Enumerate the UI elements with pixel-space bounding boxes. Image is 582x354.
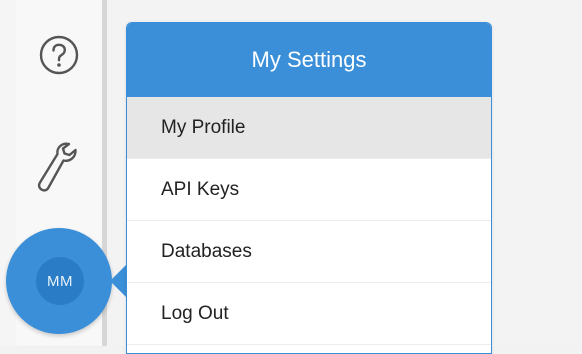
avatar-initials: MM	[47, 272, 73, 290]
wrench-icon	[37, 142, 77, 192]
menu-item-label: Databases	[161, 240, 252, 262]
help-button[interactable]	[38, 34, 80, 76]
menu-item-label: My Profile	[161, 116, 246, 138]
settings-menu: My Settings My Profile API Keys Database…	[126, 22, 492, 354]
menu-pointer	[110, 265, 126, 297]
menu-item-databases[interactable]: Databases	[127, 221, 491, 283]
settings-button[interactable]	[32, 138, 82, 196]
help-icon	[39, 35, 79, 75]
menu-header: My Settings	[127, 23, 491, 97]
menu-item-api-keys[interactable]: API Keys	[127, 159, 491, 221]
menu-item-label: Log Out	[161, 302, 229, 324]
menu-item-my-profile[interactable]: My Profile	[127, 97, 491, 159]
avatar: MM	[36, 257, 84, 305]
menu-title: My Settings	[251, 47, 367, 72]
menu-item-log-out[interactable]: Log Out	[127, 283, 491, 345]
menu-item-label: API Keys	[161, 178, 240, 200]
